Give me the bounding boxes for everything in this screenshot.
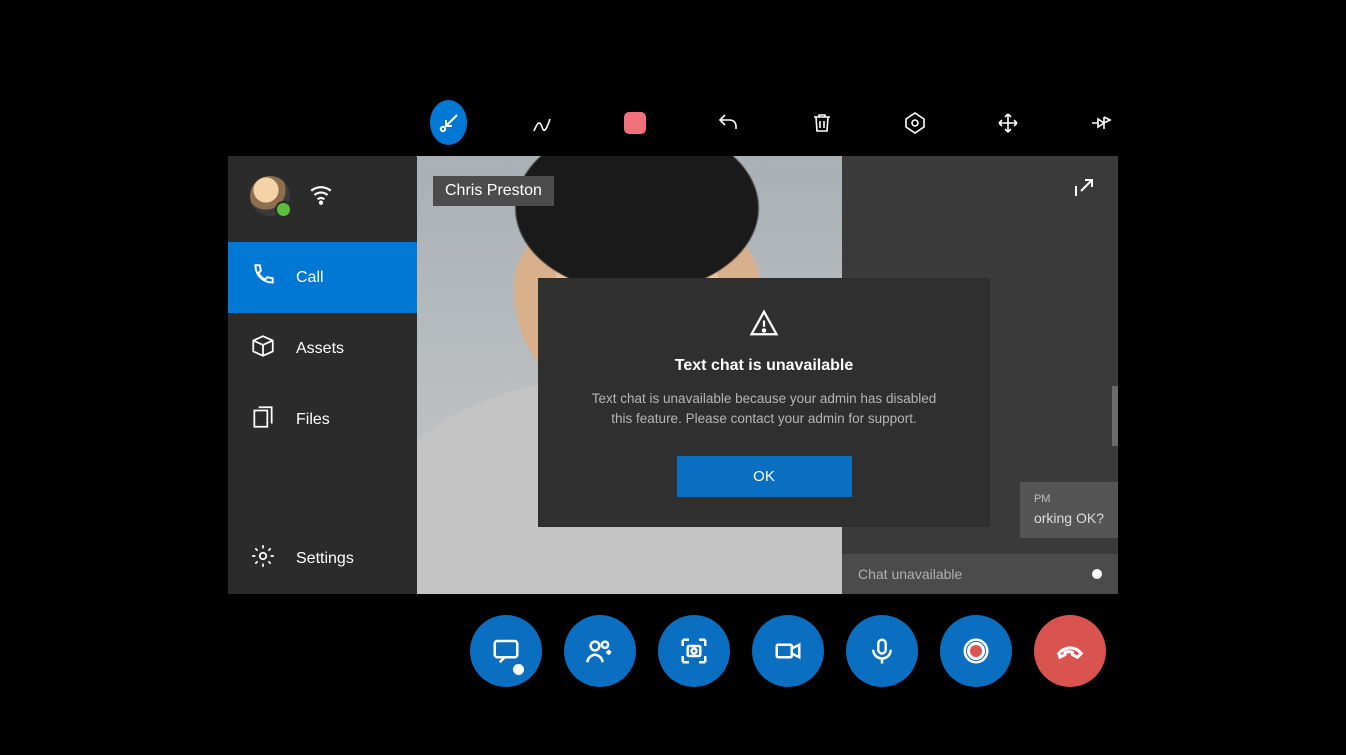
dialog-ok-button[interactable]: OK xyxy=(677,456,852,497)
network-icon[interactable] xyxy=(308,181,334,212)
sidebar-item-settings[interactable]: Settings xyxy=(228,523,417,594)
mic-button[interactable] xyxy=(846,615,918,687)
dialog-chat-unavailable: Text chat is unavailable Text chat is un… xyxy=(538,278,990,527)
warning-icon xyxy=(749,308,779,338)
pin-icon[interactable] xyxy=(1083,100,1120,145)
popout-icon[interactable] xyxy=(1072,176,1096,205)
chat-message: PM orking OK? xyxy=(1020,482,1118,538)
scrollbar-thumb[interactable] xyxy=(1112,386,1118,446)
sidebar-item-assets[interactable]: Assets xyxy=(228,313,417,384)
status-dot-icon xyxy=(1092,569,1102,579)
participant-name-badge: Chris Preston xyxy=(433,176,554,206)
chat-message-body: orking OK? xyxy=(1034,510,1104,526)
sidebar: Call Assets Files xyxy=(228,156,417,594)
call-controls xyxy=(470,615,1106,687)
dialog-body: Text chat is unavailable because your ad… xyxy=(588,389,940,430)
files-icon xyxy=(250,404,276,435)
chat-button[interactable] xyxy=(470,615,542,687)
target-icon[interactable] xyxy=(896,100,933,145)
sidebar-item-label: Files xyxy=(296,411,330,429)
sidebar-header xyxy=(228,156,417,242)
avatar[interactable] xyxy=(250,176,290,216)
chat-input[interactable]: Chat unavailable xyxy=(842,554,1118,594)
sidebar-item-call[interactable]: Call xyxy=(228,242,417,313)
collapse-icon[interactable] xyxy=(430,100,467,145)
chat-input-placeholder: Chat unavailable xyxy=(858,566,962,582)
sidebar-item-label: Assets xyxy=(296,340,344,358)
annotation-toolbar xyxy=(430,100,1120,145)
record-button[interactable] xyxy=(940,615,1012,687)
sidebar-item-files[interactable]: Files xyxy=(228,384,417,455)
delete-icon[interactable] xyxy=(803,100,840,145)
hangup-button[interactable] xyxy=(1034,615,1106,687)
stop-record-icon[interactable] xyxy=(617,100,654,145)
move-icon[interactable] xyxy=(990,100,1027,145)
sidebar-item-label: Call xyxy=(296,269,324,287)
chat-message-time: PM xyxy=(1034,492,1104,507)
sidebar-item-label: Settings xyxy=(296,550,354,568)
snapshot-button[interactable] xyxy=(658,615,730,687)
gear-icon xyxy=(250,543,276,574)
dialog-title: Text chat is unavailable xyxy=(588,357,940,375)
app-window: Call Assets Files xyxy=(228,156,1118,594)
box-icon xyxy=(250,333,276,364)
add-participant-button[interactable] xyxy=(564,615,636,687)
unread-dot-icon xyxy=(513,664,524,675)
phone-icon xyxy=(250,262,276,293)
record-dot-icon xyxy=(967,642,985,660)
ink-icon[interactable] xyxy=(523,100,560,145)
undo-icon[interactable] xyxy=(710,100,747,145)
video-button[interactable] xyxy=(752,615,824,687)
